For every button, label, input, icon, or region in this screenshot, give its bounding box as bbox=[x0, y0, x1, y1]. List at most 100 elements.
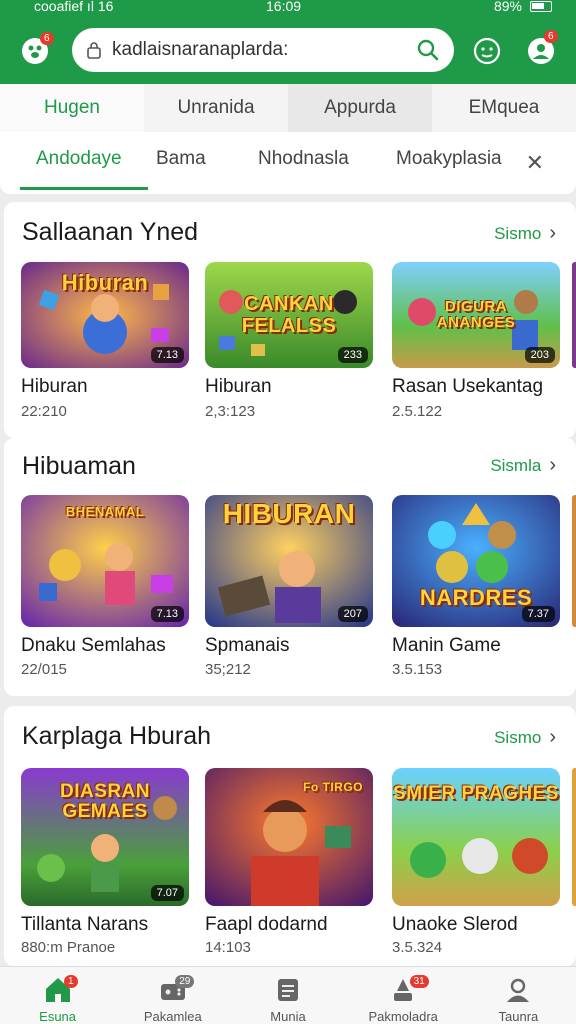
game-card[interactable]: NARDRES 7.37 Manin Game 3.5.153 bbox=[392, 495, 564, 678]
game-card[interactable]: Fo TIRGO Faapl dodarnd 14:103 bbox=[205, 768, 377, 956]
game-title: Hiburan bbox=[205, 376, 272, 397]
close-icon[interactable]: ✕ bbox=[526, 150, 544, 176]
see-more-link[interactable]: Sismo › bbox=[494, 726, 556, 749]
rating-badge: 233 bbox=[337, 347, 368, 363]
game-thumbnail: Fo TIRGO bbox=[205, 768, 373, 906]
active-chip-indicator bbox=[20, 187, 148, 190]
nav-item-home[interactable]: 1 Esuna bbox=[0, 967, 115, 1024]
game-card[interactable]: HIBURAN 207 Spmanais 35;212 bbox=[205, 495, 377, 678]
smiley-icon bbox=[473, 37, 501, 65]
game-meta: 22:210 bbox=[21, 403, 67, 420]
game-card[interactable]: DIGURA ANANGES 203 Rasan Usekantag 2.5.1… bbox=[392, 262, 564, 420]
chevron-right-icon: › bbox=[549, 222, 556, 244]
see-more-label: Sismo bbox=[494, 727, 542, 747]
nav-item-games[interactable]: 29 Pakamlea bbox=[115, 967, 230, 1024]
battery-icon bbox=[530, 0, 552, 12]
game-title: Hiburan bbox=[21, 376, 88, 397]
chevron-right-icon: › bbox=[549, 726, 556, 748]
game-thumbnail: BHENAMAL 7.13 bbox=[21, 495, 189, 627]
nav-item-updates[interactable]: 31 Pakmoladra bbox=[346, 967, 461, 1024]
game-title: Rasan Usekantag bbox=[392, 376, 544, 397]
game-meta: 3.5.324 bbox=[392, 939, 443, 956]
nav-label: Pakamlea bbox=[143, 1009, 202, 1024]
section-3: Karplaga Hburah Sismo › DIASRAN GEMAES 7… bbox=[4, 706, 576, 966]
chip-3[interactable]: Nhodnasla bbox=[258, 148, 349, 170]
game-meta: 2,3:123 bbox=[205, 403, 256, 420]
search-input[interactable]: kadlaisnaranaplarda: bbox=[112, 39, 416, 61]
next-card-peek bbox=[572, 495, 576, 627]
game-thumbnail: DIGURA ANANGES 203 bbox=[392, 262, 560, 368]
rating-badge: 203 bbox=[524, 347, 555, 363]
rating-badge: 7.13 bbox=[150, 606, 184, 622]
bottom-navigation: 1 Esuna 29 Pakamlea Munia 31 Pakmoladra … bbox=[0, 966, 576, 1024]
status-time: 16:09 bbox=[266, 0, 302, 14]
profile-button[interactable]: 6 bbox=[524, 30, 558, 68]
next-card-peek bbox=[572, 768, 576, 906]
emoji-button[interactable] bbox=[470, 34, 504, 68]
game-meta: 22/015 bbox=[21, 661, 67, 678]
section-title: Karplaga Hburah bbox=[22, 722, 212, 750]
rating-badge: 7.07 bbox=[150, 885, 184, 901]
game-card[interactable]: SMIER PRAGHES Unaoke Slerod 3.5.324 bbox=[392, 768, 564, 956]
section-title: Sallaanan Yned bbox=[22, 218, 199, 246]
chevron-right-icon: › bbox=[549, 454, 556, 476]
nav-label: Esuna bbox=[39, 1009, 77, 1024]
game-title: Tillanta Narans bbox=[21, 914, 149, 935]
game-thumbnail: DIASRAN GEMAES 7.07 bbox=[21, 768, 189, 906]
game-art-title: SMIER PRAGHES bbox=[393, 783, 559, 804]
game-card[interactable]: DIASRAN GEMAES 7.07 Tillanta Narans 880:… bbox=[21, 768, 193, 956]
game-meta: 35;212 bbox=[205, 661, 251, 678]
game-meta: 14:103 bbox=[205, 939, 251, 956]
status-carrier: cooafief ıl 16 bbox=[34, 0, 114, 14]
notification-badge: 6 bbox=[40, 32, 54, 45]
section-2: Hibuaman Sismla › BHENAMAL 7.13 Dnaku Se… bbox=[4, 438, 576, 696]
next-card-peek bbox=[572, 262, 576, 368]
tab-fourth[interactable]: EMquea bbox=[432, 84, 576, 132]
chip-4[interactable]: Moakyplasia bbox=[396, 148, 502, 170]
chip-2[interactable]: Bama bbox=[156, 148, 206, 170]
battery-percent: 89% bbox=[493, 0, 522, 14]
tab-home[interactable]: Hugen bbox=[0, 84, 144, 132]
status-bar: cooafief ıl 16 16:09 89% bbox=[0, 0, 576, 16]
app-header: cooafief ıl 16 16:09 89% 6 kadlaisnarana… bbox=[0, 0, 576, 86]
see-more-link[interactable]: Sismo › bbox=[494, 222, 556, 245]
lock-icon bbox=[87, 42, 101, 59]
nav-badge: 31 bbox=[409, 975, 429, 988]
tab-apps[interactable]: Appurda bbox=[288, 84, 432, 132]
game-thumbnail: HIBURAN 207 bbox=[205, 495, 373, 627]
game-card[interactable]: CANKAN FELALSS 233 Hiburan 2,3:123 bbox=[205, 262, 377, 420]
tab-second[interactable]: Unranida bbox=[144, 84, 288, 132]
see-more-label: Sismo bbox=[494, 223, 542, 243]
chip-active[interactable]: Andodaye bbox=[36, 148, 122, 170]
game-card[interactable]: Hiburan 7.13 Hiburan 22:210 bbox=[21, 262, 193, 420]
search-icon[interactable] bbox=[416, 38, 440, 62]
section-1: Sallaanan Yned Sismo › Hiburan 7.13 Hibu… bbox=[4, 202, 576, 438]
filter-chip-row: Andodaye Bama Nhodnasla Moakyplasia ✕ bbox=[0, 132, 576, 194]
account-button[interactable]: 6 bbox=[18, 32, 54, 68]
rating-badge: 7.13 bbox=[150, 347, 184, 363]
nav-item-profile[interactable]: Taunra bbox=[461, 967, 576, 1024]
search-bar[interactable]: kadlaisnaranaplarda: bbox=[72, 28, 454, 72]
profile-icon bbox=[507, 978, 530, 1002]
game-title: Spmanais bbox=[205, 635, 290, 656]
rating-badge: 207 bbox=[337, 606, 368, 622]
profile-badge: 6 bbox=[544, 30, 558, 43]
game-card[interactable]: BHENAMAL 7.13 Dnaku Semlahas 22/015 bbox=[21, 495, 193, 678]
game-meta: 880:m Pranoe bbox=[21, 939, 116, 956]
top-tabs: Hugen Unranida Appurda EMquea bbox=[0, 84, 576, 132]
nav-label: Munia bbox=[270, 1009, 306, 1024]
see-more-link[interactable]: Sismla › bbox=[490, 454, 556, 477]
nav-item-apps[interactable]: Munia bbox=[230, 967, 345, 1024]
nav-badge: 29 bbox=[175, 975, 195, 988]
game-meta: 3.5.153 bbox=[392, 661, 443, 678]
game-art-title: Fo TIRGO bbox=[303, 780, 363, 794]
game-title: Unaoke Slerod bbox=[392, 914, 518, 935]
section-title: Hibuaman bbox=[22, 452, 136, 480]
game-title: Faapl dodarnd bbox=[205, 914, 328, 935]
nav-label: Taunra bbox=[498, 1009, 539, 1024]
nav-label: Pakmoladra bbox=[368, 1009, 438, 1024]
nav-badge: 1 bbox=[64, 975, 78, 988]
game-title: Dnaku Semlahas bbox=[21, 635, 166, 656]
game-title: Manin Game bbox=[392, 635, 501, 656]
game-thumbnail: Hiburan 7.13 bbox=[21, 262, 189, 368]
